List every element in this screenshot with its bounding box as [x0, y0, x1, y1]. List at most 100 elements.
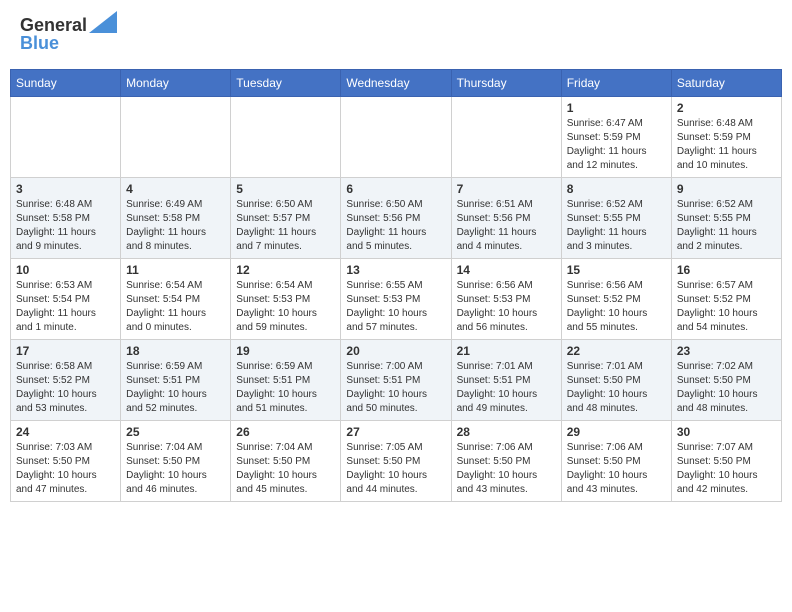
- weekday-header-friday: Friday: [561, 69, 671, 96]
- calendar-cell: [121, 96, 231, 177]
- calendar-cell: 24 Sunrise: 7:03 AMSunset: 5:50 PMDayligh…: [11, 420, 121, 501]
- calendar-cell: 1 Sunrise: 6:47 AMSunset: 5:59 PMDaylight…: [561, 96, 671, 177]
- day-info: Sunrise: 6:59 AMSunset: 5:51 PMDaylight:…: [126, 360, 225, 416]
- day-info: Sunrise: 6:57 AMSunset: 5:52 PMDaylight:…: [677, 279, 776, 335]
- day-number: 2: [677, 101, 776, 115]
- calendar-cell: 4 Sunrise: 6:49 AMSunset: 5:58 PMDaylight…: [121, 177, 231, 258]
- day-info: Sunrise: 6:52 AMSunset: 5:55 PMDaylight:…: [677, 198, 776, 254]
- day-number: 5: [236, 182, 335, 196]
- calendar-cell: 12 Sunrise: 6:54 AMSunset: 5:53 PMDayligh…: [231, 258, 341, 339]
- day-info: Sunrise: 6:48 AMSunset: 5:58 PMDaylight:…: [16, 198, 115, 254]
- calendar-cell: [341, 96, 451, 177]
- calendar-cell: 3Sunrise: 6:48 AMSunset: 5:58 PMDaylight…: [11, 177, 121, 258]
- calendar-week-row: 17Sunrise: 6:58 AMSunset: 5:52 PMDayligh…: [11, 339, 782, 420]
- calendar-cell: [451, 96, 561, 177]
- day-info: Sunrise: 6:56 AMSunset: 5:53 PMDaylight:…: [457, 279, 556, 335]
- day-info: Sunrise: 6:50 AMSunset: 5:57 PMDaylight:…: [236, 198, 335, 254]
- calendar-week-row: 3Sunrise: 6:48 AMSunset: 5:58 PMDaylight…: [11, 177, 782, 258]
- calendar-cell: 5 Sunrise: 6:50 AMSunset: 5:57 PMDaylight…: [231, 177, 341, 258]
- weekday-header-monday: Monday: [121, 69, 231, 96]
- calendar-week-row: 1 Sunrise: 6:47 AMSunset: 5:59 PMDaylight…: [11, 96, 782, 177]
- calendar-cell: 8 Sunrise: 6:52 AMSunset: 5:55 PMDaylight…: [561, 177, 671, 258]
- calendar-week-row: 10 Sunrise: 6:53 AMSunset: 5:54 PMDayligh…: [11, 258, 782, 339]
- day-number: 21: [457, 344, 556, 358]
- weekday-header-row: SundayMondayTuesdayWednesdayThursdayFrid…: [11, 69, 782, 96]
- day-info: Sunrise: 6:48 AMSunset: 5:59 PMDaylight:…: [677, 117, 776, 173]
- day-info: Sunrise: 7:01 AMSunset: 5:50 PMDaylight:…: [567, 360, 666, 416]
- day-number: 27: [346, 425, 445, 439]
- calendar-cell: 2 Sunrise: 6:48 AMSunset: 5:59 PMDaylight…: [671, 96, 781, 177]
- calendar-cell: 26 Sunrise: 7:04 AMSunset: 5:50 PMDayligh…: [231, 420, 341, 501]
- calendar-cell: 27 Sunrise: 7:05 AMSunset: 5:50 PMDayligh…: [341, 420, 451, 501]
- day-number: 11: [126, 263, 225, 277]
- day-number: 23: [677, 344, 776, 358]
- calendar-cell: 19 Sunrise: 6:59 AMSunset: 5:51 PMDayligh…: [231, 339, 341, 420]
- day-info: Sunrise: 6:58 AMSunset: 5:52 PMDaylight:…: [16, 360, 115, 416]
- calendar-cell: [11, 96, 121, 177]
- day-info: Sunrise: 7:02 AMSunset: 5:50 PMDaylight:…: [677, 360, 776, 416]
- calendar-cell: 7 Sunrise: 6:51 AMSunset: 5:56 PMDaylight…: [451, 177, 561, 258]
- day-number: 1: [567, 101, 666, 115]
- day-number: 4: [126, 182, 225, 196]
- calendar-cell: 11 Sunrise: 6:54 AMSunset: 5:54 PMDayligh…: [121, 258, 231, 339]
- day-info: Sunrise: 7:05 AMSunset: 5:50 PMDaylight:…: [346, 441, 445, 497]
- calendar-cell: 21 Sunrise: 7:01 AMSunset: 5:51 PMDayligh…: [451, 339, 561, 420]
- day-info: Sunrise: 6:54 AMSunset: 5:53 PMDaylight:…: [236, 279, 335, 335]
- calendar-cell: 25 Sunrise: 7:04 AMSunset: 5:50 PMDayligh…: [121, 420, 231, 501]
- day-number: 30: [677, 425, 776, 439]
- calendar-cell: 16 Sunrise: 6:57 AMSunset: 5:52 PMDayligh…: [671, 258, 781, 339]
- logo-icon: [89, 11, 117, 33]
- day-info: Sunrise: 6:52 AMSunset: 5:55 PMDaylight:…: [567, 198, 666, 254]
- day-number: 26: [236, 425, 335, 439]
- calendar-cell: 23 Sunrise: 7:02 AMSunset: 5:50 PMDayligh…: [671, 339, 781, 420]
- day-number: 16: [677, 263, 776, 277]
- day-info: Sunrise: 6:59 AMSunset: 5:51 PMDaylight:…: [236, 360, 335, 416]
- day-number: 29: [567, 425, 666, 439]
- day-info: Sunrise: 6:49 AMSunset: 5:58 PMDaylight:…: [126, 198, 225, 254]
- day-number: 20: [346, 344, 445, 358]
- day-number: 25: [126, 425, 225, 439]
- calendar-cell: 10 Sunrise: 6:53 AMSunset: 5:54 PMDayligh…: [11, 258, 121, 339]
- day-info: Sunrise: 6:55 AMSunset: 5:53 PMDaylight:…: [346, 279, 445, 335]
- day-info: Sunrise: 7:04 AMSunset: 5:50 PMDaylight:…: [126, 441, 225, 497]
- day-number: 8: [567, 182, 666, 196]
- day-info: Sunrise: 7:06 AMSunset: 5:50 PMDaylight:…: [567, 441, 666, 497]
- day-info: Sunrise: 7:00 AMSunset: 5:51 PMDaylight:…: [346, 360, 445, 416]
- day-number: 7: [457, 182, 556, 196]
- day-number: 19: [236, 344, 335, 358]
- day-info: Sunrise: 6:47 AMSunset: 5:59 PMDaylight:…: [567, 117, 666, 173]
- calendar-cell: 13 Sunrise: 6:55 AMSunset: 5:53 PMDayligh…: [341, 258, 451, 339]
- day-number: 10: [16, 263, 115, 277]
- day-info: Sunrise: 6:51 AMSunset: 5:56 PMDaylight:…: [457, 198, 556, 254]
- day-number: 14: [457, 263, 556, 277]
- calendar-cell: 15 Sunrise: 6:56 AMSunset: 5:52 PMDayligh…: [561, 258, 671, 339]
- weekday-header-sunday: Sunday: [11, 69, 121, 96]
- day-number: 9: [677, 182, 776, 196]
- calendar-cell: 29 Sunrise: 7:06 AMSunset: 5:50 PMDayligh…: [561, 420, 671, 501]
- day-info: Sunrise: 7:04 AMSunset: 5:50 PMDaylight:…: [236, 441, 335, 497]
- weekday-header-thursday: Thursday: [451, 69, 561, 96]
- logo: General Blue: [20, 15, 117, 54]
- calendar-cell: 28Sunrise: 7:06 AMSunset: 5:50 PMDayligh…: [451, 420, 561, 501]
- day-info: Sunrise: 6:50 AMSunset: 5:56 PMDaylight:…: [346, 198, 445, 254]
- calendar-cell: 6 Sunrise: 6:50 AMSunset: 5:56 PMDaylight…: [341, 177, 451, 258]
- day-number: 24: [16, 425, 115, 439]
- day-info: Sunrise: 7:01 AMSunset: 5:51 PMDaylight:…: [457, 360, 556, 416]
- day-info: Sunrise: 6:56 AMSunset: 5:52 PMDaylight:…: [567, 279, 666, 335]
- calendar-cell: 18 Sunrise: 6:59 AMSunset: 5:51 PMDayligh…: [121, 339, 231, 420]
- page-header: General Blue: [10, 10, 782, 59]
- day-number: 13: [346, 263, 445, 277]
- day-number: 12: [236, 263, 335, 277]
- calendar-cell: 14 Sunrise: 6:56 AMSunset: 5:53 PMDayligh…: [451, 258, 561, 339]
- day-number: 15: [567, 263, 666, 277]
- day-number: 6: [346, 182, 445, 196]
- day-info: Sunrise: 6:54 AMSunset: 5:54 PMDaylight:…: [126, 279, 225, 335]
- calendar-cell: 22Sunrise: 7:01 AMSunset: 5:50 PMDayligh…: [561, 339, 671, 420]
- day-info: Sunrise: 6:53 AMSunset: 5:54 PMDaylight:…: [16, 279, 115, 335]
- day-number: 18: [126, 344, 225, 358]
- calendar-cell: 20 Sunrise: 7:00 AMSunset: 5:51 PMDayligh…: [341, 339, 451, 420]
- calendar-week-row: 24 Sunrise: 7:03 AMSunset: 5:50 PMDayligh…: [11, 420, 782, 501]
- calendar-cell: 30 Sunrise: 7:07 AMSunset: 5:50 PMDayligh…: [671, 420, 781, 501]
- day-info: Sunrise: 7:07 AMSunset: 5:50 PMDaylight:…: [677, 441, 776, 497]
- day-info: Sunrise: 7:03 AMSunset: 5:50 PMDaylight:…: [16, 441, 115, 497]
